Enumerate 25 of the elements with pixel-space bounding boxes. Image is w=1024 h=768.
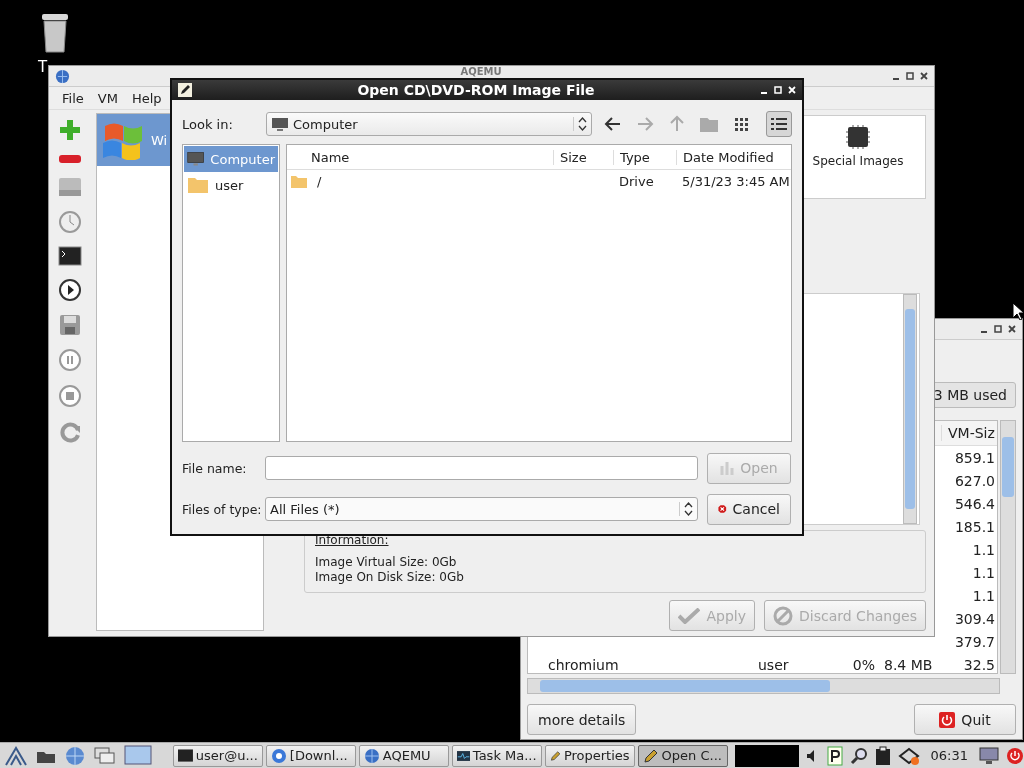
table-cell: 32.5 [963, 656, 995, 673]
table-cell: 0% [852, 656, 875, 673]
information-heading: Information: [315, 533, 390, 547]
table-cell: 1.1 [972, 564, 995, 581]
table-cell: 546.4 [954, 495, 995, 512]
file-type: Drive [618, 173, 655, 189]
table-cell: 627.0 [954, 472, 995, 489]
table-cell: 1.1 [972, 541, 995, 558]
look-in-label: Look in: [182, 116, 234, 132]
table-cell: 859.1 [954, 449, 995, 466]
vm-name: Wi [151, 132, 168, 148]
table-cell: 1.1 [972, 587, 995, 604]
table-cell: 185.1 [954, 518, 995, 535]
window-title: AQEMU [460, 66, 502, 77]
file-name-label: File name: [182, 460, 248, 476]
file-type-label: Files of type: [182, 501, 262, 517]
table-cell: 309.4 [954, 610, 995, 627]
table-cell: 8.4 MB [884, 656, 933, 673]
dialog-title: Open CD\DVD-ROM Image File [356, 82, 596, 98]
table-cell: 379.7 [954, 633, 995, 650]
table-cell: chromium [548, 656, 619, 673]
information-text: Image Virtual Size: 0Gb [315, 555, 458, 569]
table-cell: user [758, 656, 789, 673]
information-text: Image On Disk Size: 0Gb [315, 570, 465, 584]
file-date: 5/31/23 3:45 AM [681, 173, 791, 189]
